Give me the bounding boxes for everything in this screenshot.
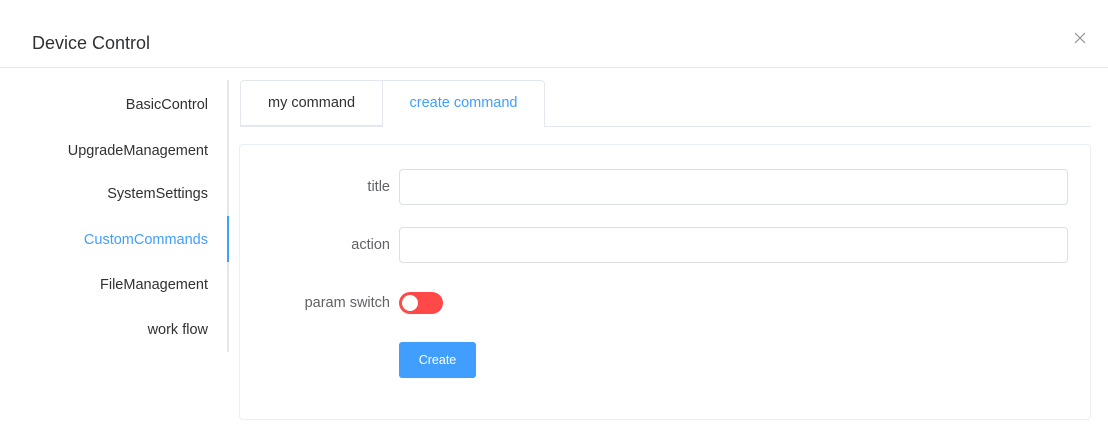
- switch-knob: [402, 295, 418, 311]
- close-icon[interactable]: [1072, 30, 1088, 46]
- action-input[interactable]: [399, 227, 1068, 263]
- device-control-dialog: Device Control BasicControl UpgradeManag…: [0, 0, 1108, 425]
- sidebar-item-work-flow[interactable]: work flow: [148, 320, 208, 340]
- command-tabs: my command create command: [240, 80, 1091, 127]
- dialog-header: Device Control: [0, 0, 1108, 68]
- tabs-baseline: [240, 126, 1091, 127]
- tab-my-command[interactable]: my command: [240, 80, 382, 126]
- param-switch-toggle[interactable]: [399, 292, 443, 314]
- sidebar-item-file-management[interactable]: FileManagement: [100, 275, 208, 295]
- create-button[interactable]: Create: [399, 342, 476, 378]
- sidebar-item-custom-commands[interactable]: CustomCommands: [84, 230, 208, 250]
- sidebar-item-basic-control[interactable]: BasicControl: [126, 95, 208, 115]
- sidebar-active-indicator: [227, 216, 229, 262]
- side-menu: BasicControl UpgradeManagement SystemSet…: [0, 80, 230, 352]
- sidebar-item-system-settings[interactable]: SystemSettings: [107, 184, 208, 204]
- action-label: action: [351, 237, 390, 253]
- param-switch-label: param switch: [304, 295, 390, 311]
- create-command-form: title action param switch Create: [239, 144, 1091, 420]
- sidebar-item-upgrade-management[interactable]: UpgradeManagement: [68, 141, 208, 161]
- title-label: title: [367, 179, 390, 195]
- dialog-title: Device Control: [32, 33, 151, 53]
- title-input[interactable]: [399, 169, 1068, 205]
- tab-create-command[interactable]: create command: [382, 80, 545, 127]
